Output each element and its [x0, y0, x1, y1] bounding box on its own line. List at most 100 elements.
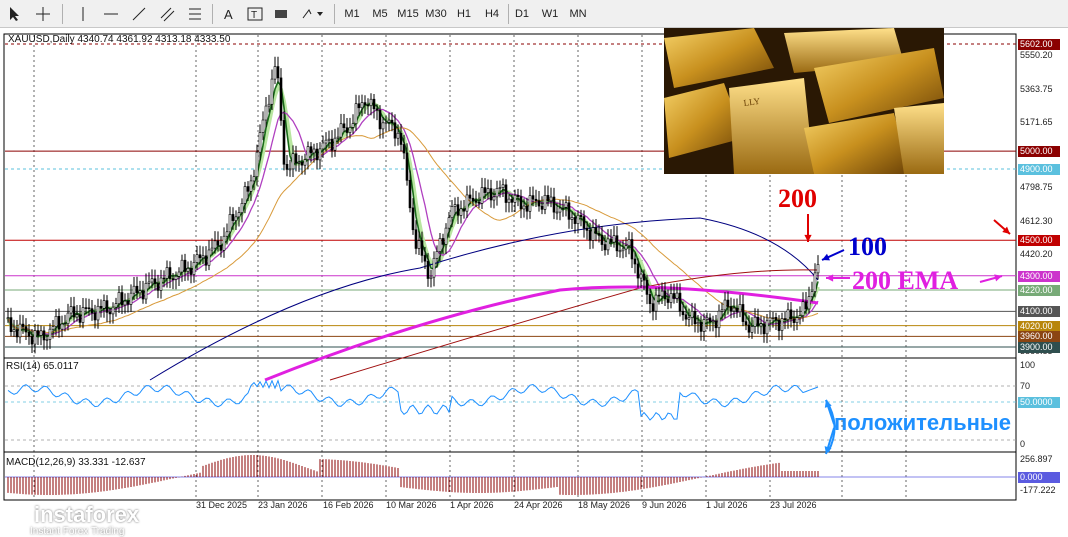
candle-body	[36, 330, 40, 336]
timeframe-mn[interactable]: MN	[564, 3, 592, 25]
candle-body	[429, 276, 433, 279]
price-level-tag: 3900.00	[1018, 342, 1060, 354]
date-axis-label: 10 Mar 2026	[386, 500, 437, 510]
candle-body	[231, 214, 235, 221]
candle-body	[804, 301, 808, 310]
candle-body	[351, 123, 355, 128]
fibonacci-icon[interactable]	[184, 3, 206, 25]
candle-body	[636, 263, 640, 279]
price-axis-label: 4612.30	[1020, 216, 1053, 226]
timeframe-m5[interactable]: M5	[366, 3, 394, 25]
text-icon[interactable]: A	[218, 3, 240, 25]
logo-tagline: Instant Forex Trading	[30, 526, 125, 537]
crosshair-icon[interactable]	[32, 3, 54, 25]
candle-body	[150, 278, 154, 283]
candle-body	[372, 98, 376, 110]
candle-body	[396, 132, 400, 139]
candle-body	[675, 292, 679, 299]
candle-body	[45, 339, 49, 341]
candle-body	[603, 244, 607, 251]
candle-body	[99, 305, 103, 309]
candle-body	[408, 180, 412, 209]
candle-body	[498, 187, 502, 189]
macd-label: MACD(12,26,9) 33.331 -12.637	[6, 457, 146, 468]
candle-body	[312, 148, 316, 154]
candle-body	[51, 326, 55, 330]
candle-body	[69, 306, 73, 314]
candle-body	[801, 301, 805, 316]
price-level-tag: 4100.00	[1018, 306, 1060, 318]
candle-body	[207, 249, 211, 266]
rsi-series	[7, 379, 819, 421]
candle-body	[660, 290, 664, 297]
candle-body	[492, 196, 496, 201]
trend-line-icon[interactable]	[128, 3, 150, 25]
candle-body	[717, 310, 721, 329]
candle-body	[198, 254, 202, 259]
toolbar: A T M1 M5 M15 M30 H1 H4 D1 W1 MN	[0, 0, 1068, 28]
candle-body	[159, 277, 163, 291]
candle-body	[57, 315, 61, 330]
candle-body	[612, 235, 616, 243]
timeframe-w1[interactable]: W1	[536, 3, 564, 25]
macd-axis-label: 256.897	[1020, 454, 1053, 464]
candle-body	[288, 168, 292, 171]
price-level-tag: 4900.00	[1018, 163, 1060, 175]
candle-body	[711, 320, 715, 323]
candle-body	[504, 184, 508, 203]
timeframe-d1[interactable]: D1	[508, 3, 536, 25]
channel-icon[interactable]	[156, 3, 178, 25]
candle-body	[546, 194, 550, 202]
candle-body	[768, 317, 772, 322]
candle-body	[384, 121, 388, 124]
text-label-icon[interactable]: T	[244, 3, 266, 25]
arrows-dropdown-icon[interactable]	[298, 3, 326, 25]
candle-body	[342, 123, 346, 129]
candle-body	[549, 196, 553, 202]
candle-body	[75, 314, 79, 318]
candle-body	[465, 194, 469, 212]
candle-body	[537, 200, 541, 207]
date-axis-label: 18 May 2026	[578, 500, 631, 510]
timeframe-h4[interactable]: H4	[478, 3, 506, 25]
candle-body	[126, 300, 130, 305]
vertical-line-icon[interactable]	[72, 3, 94, 25]
candle-body	[213, 240, 217, 249]
rectangle-icon[interactable]	[270, 3, 292, 25]
candle-body	[795, 317, 799, 323]
chart-area[interactable]: XAUUSD,Daily 4340.74 4361.92 4313.18 433…	[0, 28, 1068, 537]
candle-body	[105, 300, 109, 313]
candle-body	[798, 315, 802, 318]
candle-body	[261, 119, 265, 133]
candle-body	[732, 307, 736, 312]
ema200-annotation: 200 EMA	[852, 266, 959, 295]
candle-body	[360, 102, 364, 109]
candle-body	[615, 235, 619, 252]
candle-body	[471, 197, 475, 202]
price-axis-label: 5363.75	[1020, 84, 1053, 94]
price-level-tag: 4020.00	[1018, 320, 1060, 332]
candle-body	[696, 321, 700, 325]
candle-body	[240, 203, 244, 213]
candle-body	[450, 206, 454, 219]
timeframe-m15[interactable]: M15	[394, 3, 422, 25]
rsi-axis-label: 70	[1020, 381, 1031, 391]
candle-body	[639, 273, 643, 279]
candle-body	[729, 306, 733, 312]
candle-body	[621, 248, 625, 252]
horizontal-line-icon[interactable]	[100, 3, 122, 25]
candle-body	[666, 298, 670, 303]
candle-body	[507, 198, 511, 203]
ma200-arrow-head	[804, 234, 812, 242]
candle-body	[267, 103, 271, 107]
timeframe-m30[interactable]: M30	[422, 3, 450, 25]
candle-body	[393, 122, 397, 139]
candle-body	[447, 217, 451, 229]
candle-body	[633, 258, 637, 265]
cursor-icon[interactable]	[4, 3, 26, 25]
candle-body	[135, 285, 139, 294]
candle-body	[168, 267, 172, 279]
timeframe-m1[interactable]: M1	[338, 3, 366, 25]
timeframe-h1[interactable]: H1	[450, 3, 478, 25]
candle-body	[132, 285, 136, 294]
